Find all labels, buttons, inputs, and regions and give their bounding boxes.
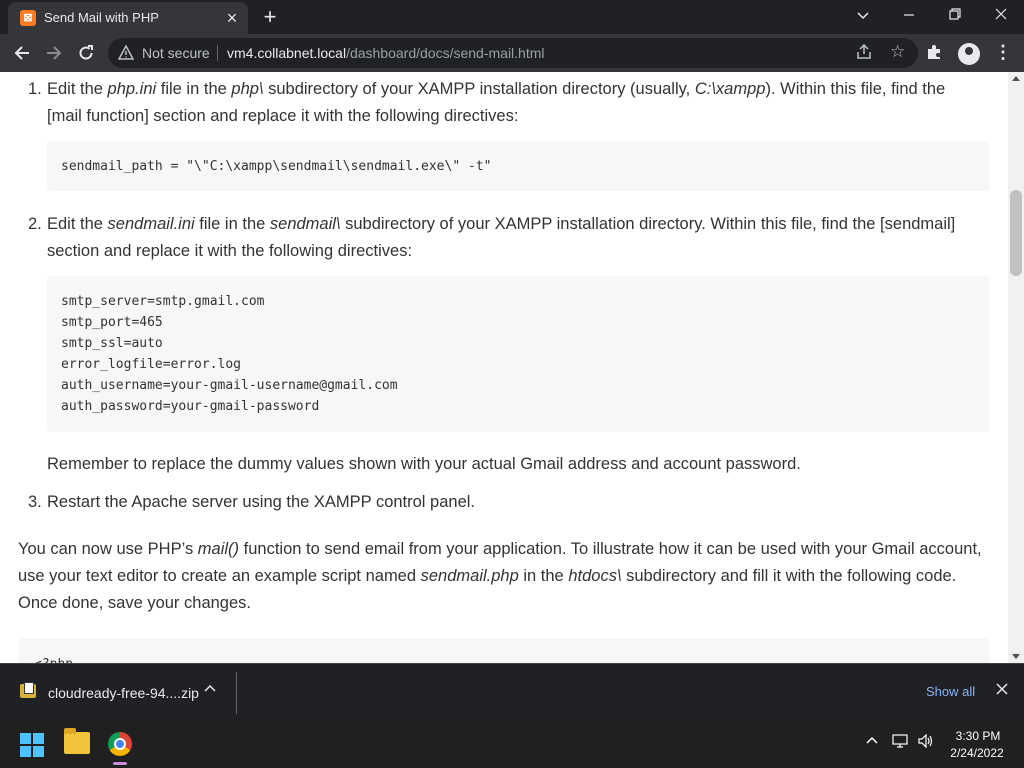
zip-file-icon — [20, 682, 36, 698]
active-app-indicator — [113, 762, 127, 765]
code-block[interactable]: sendmail_path = "\"C:\xampp\sendmail\sen… — [47, 141, 990, 191]
volume-icon[interactable] — [918, 733, 934, 751]
more-menu-icon[interactable]: ⋮ — [994, 42, 1012, 63]
forward-icon[interactable] — [40, 39, 68, 67]
list-number: 3. — [28, 493, 42, 511]
omnibox-divider — [217, 45, 218, 61]
back-icon[interactable] — [8, 39, 36, 67]
code-block[interactable]: <?php — [18, 638, 990, 663]
show-all-button[interactable]: Show all — [926, 684, 975, 699]
code-text: smtp_server=smtp.gmail.com smtp_port=465… — [61, 294, 398, 414]
scroll-thumb[interactable] — [1010, 190, 1022, 276]
share-icon[interactable] — [856, 43, 872, 64]
code-block[interactable]: smtp_server=smtp.gmail.com smtp_port=465… — [47, 276, 990, 432]
file-explorer-icon[interactable] — [64, 728, 90, 754]
url-text[interactable]: vm4.collabnet.local/dashboard/docs/send-… — [227, 45, 545, 61]
code-text: sendmail_path = "\"C:\xampp\sendmail\sen… — [61, 159, 492, 174]
reload-icon[interactable] — [72, 39, 100, 67]
download-shelf: cloudready-free-94....zip Show all — [0, 663, 1024, 721]
profile-avatar-icon[interactable] — [958, 43, 980, 65]
new-tab-icon[interactable]: + — [258, 5, 282, 29]
url-host: vm4.collabnet.local — [227, 45, 347, 61]
step2-note: Remember to replace the dummy values sho… — [47, 455, 801, 473]
bookmark-star-icon[interactable]: ☆ — [890, 42, 905, 62]
extensions-puzzle-icon[interactable] — [926, 44, 942, 65]
scroll-down-arrow-icon[interactable] — [1012, 654, 1020, 659]
minimize-icon[interactable] — [886, 0, 932, 30]
security-status[interactable]: Not secure — [142, 45, 210, 61]
shelf-close-icon[interactable] — [996, 680, 1008, 700]
scroll-up-arrow-icon[interactable] — [1012, 76, 1020, 81]
clock-date[interactable]: 2/24/2022 — [945, 746, 1009, 760]
list-number: 1. — [28, 80, 42, 98]
browser-toolbar: Not secure vm4.collabnet.local/dashboard… — [0, 34, 1024, 72]
step2-text: Edit the sendmail.ini file in the sendma… — [47, 215, 956, 260]
window-close-icon[interactable] — [978, 0, 1024, 30]
tab-strip: ⊠ Send Mail with PHP × + — [0, 0, 1024, 34]
network-icon[interactable] — [892, 734, 908, 751]
restore-icon[interactable] — [932, 0, 978, 30]
step1-text: Edit the php.ini file in the php\ subdir… — [47, 80, 946, 125]
shelf-divider — [236, 672, 237, 714]
taskbar: 3:30 PM 2/24/2022 — [0, 720, 1024, 768]
list-number: 2. — [28, 215, 42, 233]
active-tab[interactable]: ⊠ Send Mail with PHP × — [8, 2, 248, 34]
windows-start-icon[interactable] — [20, 733, 44, 757]
chrome-icon[interactable] — [108, 732, 132, 756]
chevron-up-icon[interactable] — [204, 682, 216, 698]
xampp-icon: ⊠ — [20, 10, 36, 26]
warning-icon[interactable] — [118, 45, 134, 61]
code-text: <?php — [34, 654, 73, 663]
tab-search-icon[interactable] — [840, 0, 886, 30]
intro-paragraph: You can now use PHP’s mail() function to… — [18, 540, 982, 612]
address-bar[interactable]: Not secure vm4.collabnet.local/dashboard… — [108, 38, 918, 68]
url-path: /dashboard/docs/send-mail.html — [346, 45, 545, 61]
vertical-scrollbar[interactable] — [1008, 72, 1024, 663]
download-filename[interactable]: cloudready-free-94....zip — [48, 685, 199, 701]
tray-chevron-up-icon[interactable] — [866, 734, 878, 750]
step3-text: Restart the Apache server using the XAMP… — [47, 493, 476, 511]
page-content: 1. Edit the php.ini file in the php\ sub… — [0, 72, 1008, 663]
clock-time[interactable]: 3:30 PM — [950, 729, 1006, 743]
tab-title: Send Mail with PHP — [44, 10, 159, 25]
tab-close-icon[interactable]: × — [222, 8, 242, 28]
